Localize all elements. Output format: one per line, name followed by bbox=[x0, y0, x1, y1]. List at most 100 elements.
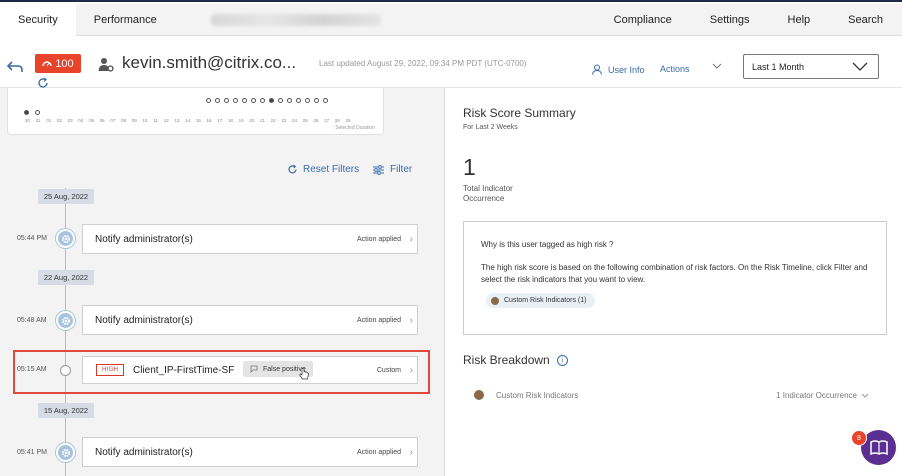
chevron-down-icon[interactable] bbox=[712, 63, 722, 69]
minichart-tick-label: 18 bbox=[227, 118, 233, 123]
minichart-left-dots bbox=[24, 110, 40, 115]
filter-button[interactable]: Filter bbox=[373, 164, 412, 175]
event-status: Custom bbox=[376, 366, 401, 374]
user-info-link[interactable]: User Info bbox=[592, 64, 645, 75]
period-select[interactable]: Last 1 Month bbox=[743, 54, 879, 79]
event-time: 05:44 PM bbox=[17, 235, 47, 242]
minichart-dot bbox=[206, 98, 211, 103]
tab-security[interactable]: Security bbox=[0, 3, 76, 37]
event-card[interactable]: Notify administrator(s) Action applied › bbox=[82, 305, 418, 335]
minichart-dot bbox=[224, 98, 229, 103]
risk-timeline-panel: 30 31 01 02 03 04 05 06 07 08 09 10 11 12 13 14 15 16 17 18… bbox=[0, 88, 444, 476]
minichart-tick-label: 12 bbox=[163, 118, 169, 123]
hand-cursor-icon bbox=[299, 368, 309, 380]
indicator-pill[interactable]: Custom Risk Indicators (1) bbox=[486, 293, 596, 308]
event-title: Notify administrator(s) bbox=[95, 446, 193, 458]
minichart-tick-label: 15 bbox=[195, 118, 201, 123]
breakdown-row-label: Custom Risk Indicators bbox=[496, 390, 579, 400]
minichart-tick-label: 24 bbox=[292, 118, 298, 123]
actions-menu[interactable]: Actions bbox=[660, 64, 690, 74]
minichart-dot bbox=[233, 98, 238, 103]
risk-breakdown-label: Risk Breakdown bbox=[463, 353, 550, 367]
minichart-tick-label: 08 bbox=[121, 118, 127, 123]
minichart-ticks: 30 31 01 02 03 04 05 06 07 08 09 10 11 12 13 14 15 16 17 18… bbox=[22, 118, 353, 123]
minichart-dot bbox=[278, 98, 283, 103]
minichart-tick-label: 21 bbox=[259, 118, 265, 123]
selected-duration-label: Selected Duration bbox=[335, 125, 375, 131]
date-label: 25 Aug, 2022 bbox=[38, 189, 94, 204]
risk-score-badge: 100 bbox=[35, 54, 81, 73]
minichart-dots bbox=[206, 98, 328, 103]
event-status: Action applied bbox=[357, 448, 401, 456]
minichart-tick-label: 22 bbox=[270, 118, 276, 123]
nav-settings[interactable]: Settings bbox=[691, 14, 769, 26]
minichart-dot bbox=[296, 98, 301, 103]
event-title: Notify administrator(s) bbox=[95, 314, 193, 326]
event-node bbox=[56, 229, 75, 248]
event-title: Client_IP-FirstTime-SF bbox=[133, 364, 235, 376]
event-time: 05:15 AM bbox=[17, 366, 47, 373]
minichart-tick-label: 14 bbox=[185, 118, 191, 123]
minichart-tick-label: 16 bbox=[206, 118, 212, 123]
minichart-dot bbox=[323, 98, 328, 103]
severity-badge: HIGH bbox=[96, 364, 125, 376]
minichart-tick-label: 03 bbox=[67, 118, 73, 123]
event-card[interactable]: Notify administrator(s) Action applied › bbox=[82, 224, 418, 254]
user-header: 100 kevin.smith@citrix.co... Last update… bbox=[0, 36, 902, 88]
minichart-tick-label: 25 bbox=[302, 118, 308, 123]
gear-icon bbox=[61, 234, 70, 243]
indicator-color-dot bbox=[474, 390, 484, 400]
minichart-dot bbox=[215, 98, 220, 103]
chevron-right-icon: › bbox=[409, 314, 413, 326]
minichart-dot bbox=[260, 98, 265, 103]
risk-breakdown-title: Risk Breakdown i bbox=[463, 353, 568, 367]
reset-filters-label: Reset Filters bbox=[303, 164, 360, 175]
back-arrow-icon[interactable] bbox=[6, 58, 24, 76]
chevron-down-icon[interactable] bbox=[861, 393, 869, 398]
minichart-dot bbox=[35, 110, 40, 115]
filter-label: Filter bbox=[390, 164, 413, 175]
event-node bbox=[60, 365, 71, 376]
help-count-badge: 8 bbox=[851, 430, 867, 446]
minichart-tick-label: 10 bbox=[142, 118, 148, 123]
nav-compliance[interactable]: Compliance bbox=[595, 14, 691, 26]
tab-performance[interactable]: Performance bbox=[76, 4, 175, 36]
breakdown-row[interactable]: Custom Risk Indicators 1 Indicator Occur… bbox=[474, 388, 869, 402]
breakdown-row-value: 1 Indicator Occurrence bbox=[776, 391, 869, 400]
blurred-region bbox=[210, 13, 381, 26]
minichart-tick-label: 29 bbox=[345, 118, 351, 123]
event-status: Action applied bbox=[357, 235, 401, 243]
minichart-tick-label: 23 bbox=[281, 118, 287, 123]
occurrence-text: 1 Indicator Occurrence bbox=[776, 390, 857, 400]
chevron-down-icon bbox=[852, 62, 868, 71]
book-question-icon bbox=[869, 439, 888, 455]
minichart-tick-label: 19 bbox=[238, 118, 244, 123]
reset-filters-button[interactable]: Reset Filters bbox=[287, 164, 359, 175]
minichart-dot bbox=[24, 110, 29, 115]
minichart-tick-label: 30 bbox=[24, 118, 30, 123]
minichart-dot bbox=[305, 98, 310, 103]
chevron-right-icon: › bbox=[409, 364, 413, 376]
date-label: 22 Aug, 2022 bbox=[38, 270, 94, 285]
minichart-tick-label: 20 bbox=[249, 118, 255, 123]
minichart-tick-label: 07 bbox=[110, 118, 116, 123]
event-title: Notify administrator(s) bbox=[95, 233, 193, 245]
period-select-value: Last 1 Month bbox=[752, 61, 805, 72]
minichart-tick-label: 11 bbox=[153, 118, 158, 123]
timeline-minichart[interactable]: 30 31 01 02 03 04 05 06 07 08 09 10 11 12 13 14 15 16 17 18… bbox=[7, 88, 384, 135]
minichart-dot bbox=[287, 98, 292, 103]
minichart-tick-label: 02 bbox=[56, 118, 62, 123]
event-card[interactable]: HIGH Client_IP-FirstTime-SF False positi… bbox=[82, 356, 418, 384]
minichart-tick-label: 13 bbox=[174, 118, 180, 123]
nav-search[interactable]: Search bbox=[829, 14, 902, 26]
minichart-tick-label: 06 bbox=[99, 118, 105, 123]
minichart-tick-label: 09 bbox=[131, 118, 137, 123]
minichart-tick-label: 01 bbox=[46, 118, 52, 123]
user-gear-icon bbox=[98, 58, 114, 72]
why-explanation: The high risk score is based on the foll… bbox=[481, 263, 868, 284]
info-icon[interactable]: i bbox=[556, 354, 568, 366]
chevron-right-icon: › bbox=[409, 446, 413, 458]
nav-help[interactable]: Help bbox=[769, 14, 830, 26]
indicator-color-dot bbox=[491, 296, 499, 305]
event-card[interactable]: Notify administrator(s) Action applied › bbox=[82, 437, 418, 467]
